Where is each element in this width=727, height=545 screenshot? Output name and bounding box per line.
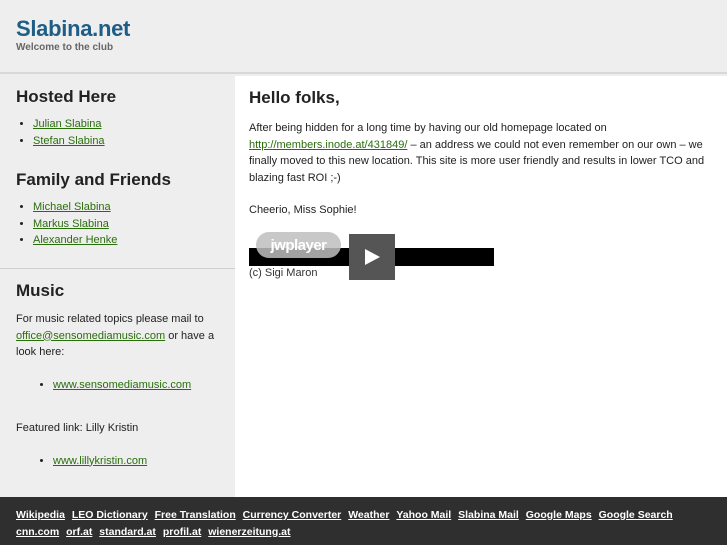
main-content: Hello folks, After being hidden for a lo… xyxy=(235,76,727,497)
hosted-heading: Hosted Here xyxy=(16,87,117,106)
footer: Wikipedia LEO Dictionary Free Translatio… xyxy=(0,497,727,545)
family-heading: Family and Friends xyxy=(16,170,171,189)
music-email-link[interactable]: office@sensomediamusic.com xyxy=(16,330,165,342)
music-list: www.sensomediamusic.com xyxy=(53,377,226,394)
family-list: Michael Slabina Markus Slabina Alexander… xyxy=(33,199,171,249)
old-homepage-link[interactable]: http://members.inode.at/431849/ xyxy=(249,139,407,151)
footer-links: Wikipedia LEO Dictionary Free Translatio… xyxy=(16,507,716,540)
family-link-markus[interactable]: Markus Slabina xyxy=(33,218,109,230)
family-link-michael[interactable]: Michael Slabina xyxy=(33,201,111,213)
main-inner: Hello folks, After being hidden for a lo… xyxy=(249,88,714,219)
music-text: For music related topics please mail to … xyxy=(16,311,226,361)
footer-link-cnn[interactable]: cnn.com xyxy=(16,526,59,538)
player-logo: jwplayer xyxy=(256,232,341,258)
hosted-section: Hosted Here Julian Slabina Stefan Slabin… xyxy=(16,87,116,149)
list-item: www.sensomediamusic.com xyxy=(53,377,226,394)
hosted-list: Julian Slabina Stefan Slabina xyxy=(33,116,116,149)
featured-list: www.lillykristin.com xyxy=(53,453,226,470)
signoff: Cheerio, Miss Sophie! xyxy=(249,204,357,216)
footer-link-google-search[interactable]: Google Search xyxy=(599,509,673,521)
footer-link-wienerzeitung[interactable]: wienerzeitung.at xyxy=(208,526,290,538)
footer-link-yahoo-mail[interactable]: Yahoo Mail xyxy=(396,509,451,521)
family-link-alexander[interactable]: Alexander Henke xyxy=(33,234,117,246)
sidebar: Hosted Here Julian Slabina Stefan Slabin… xyxy=(0,76,235,497)
player-credit: (c) Sigi Maron xyxy=(249,267,318,279)
site-header: Slabina.net Welcome to the club xyxy=(0,0,727,74)
footer-link-leo-dictionary[interactable]: LEO Dictionary xyxy=(72,509,148,521)
main-heading: Hello folks, xyxy=(249,88,340,107)
hosted-link-julian[interactable]: Julian Slabina xyxy=(33,118,102,130)
family-section: Family and Friends Michael Slabina Marku… xyxy=(16,170,171,249)
intro-text-before: After being hidden for a long time by ha… xyxy=(249,122,607,134)
music-site-link[interactable]: www.sensomediamusic.com xyxy=(53,379,191,391)
list-item: Markus Slabina xyxy=(33,216,171,233)
music-text-before: For music related topics please mail to xyxy=(16,313,204,325)
intro-paragraph: After being hidden for a long time by ha… xyxy=(249,120,714,186)
site-subtitle: Welcome to the club xyxy=(16,42,114,53)
footer-link-slabina-mail[interactable]: Slabina Mail xyxy=(458,509,519,521)
hosted-link-stefan[interactable]: Stefan Slabina xyxy=(33,135,105,147)
footer-link-standard[interactable]: standard.at xyxy=(99,526,156,538)
footer-link-free-translation[interactable]: Free Translation xyxy=(155,509,236,521)
footer-link-google-maps[interactable]: Google Maps xyxy=(526,509,592,521)
sidebar-divider xyxy=(0,268,235,269)
music-heading: Music xyxy=(16,281,65,300)
featured-link[interactable]: www.lillykristin.com xyxy=(53,455,147,467)
list-item: www.lillykristin.com xyxy=(53,453,226,470)
site-title[interactable]: Slabina.net xyxy=(16,16,130,42)
list-item: Alexander Henke xyxy=(33,232,171,249)
list-item: Julian Slabina xyxy=(33,116,116,133)
footer-link-currency-converter[interactable]: Currency Converter xyxy=(243,509,342,521)
footer-link-orf[interactable]: orf.at xyxy=(66,526,92,538)
list-item: Stefan Slabina xyxy=(33,133,116,150)
footer-link-wikipedia[interactable]: Wikipedia xyxy=(16,509,65,521)
music-section: Music For music related topics please ma… xyxy=(16,281,226,469)
play-button[interactable] xyxy=(349,234,395,280)
footer-link-weather[interactable]: Weather xyxy=(348,509,389,521)
list-item: Michael Slabina xyxy=(33,199,171,216)
play-icon xyxy=(365,249,380,265)
footer-link-profil[interactable]: profil.at xyxy=(163,526,202,538)
featured-label: Featured link: Lilly Kristin xyxy=(16,422,139,434)
